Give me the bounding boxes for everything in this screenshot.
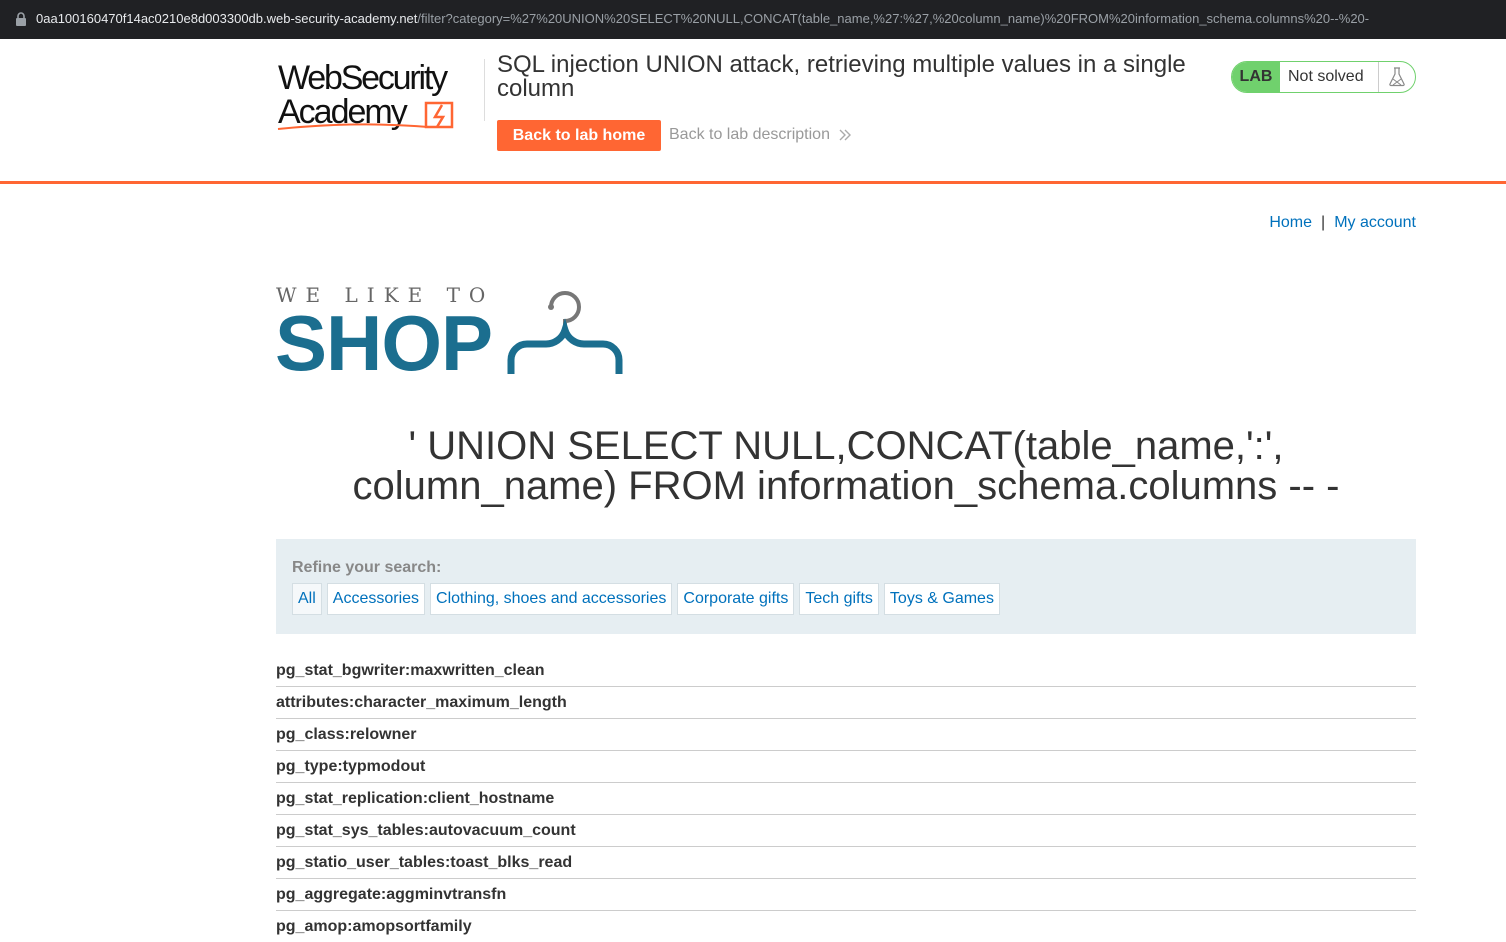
table-row: pg_stat_bgwriter:maxwritten_clean bbox=[276, 655, 1416, 687]
lab-tag: LAB bbox=[1232, 62, 1280, 92]
table-row: pg_class:relowner bbox=[276, 719, 1416, 751]
table-row: pg_statio_user_tables:toast_blks_read bbox=[276, 847, 1416, 879]
double-chevron-right-icon bbox=[839, 129, 851, 141]
category-toys-games[interactable]: Toys & Games bbox=[883, 583, 1000, 615]
category-clothing[interactable]: Clothing, shoes and accessories bbox=[430, 583, 673, 615]
category-accessories[interactable]: Accessories bbox=[326, 583, 426, 615]
logo-line1: WebSecurity bbox=[278, 59, 448, 97]
lock-icon bbox=[16, 12, 26, 26]
category-filter-list: All Accessories Clothing, shoes and acce… bbox=[292, 583, 1000, 615]
url-text[interactable]: 0aa100160470f14ac0210e8d003300db.web-sec… bbox=[36, 11, 1496, 26]
web-security-academy-logo[interactable]: WebSecurity Academy bbox=[276, 57, 481, 137]
shop-logo[interactable]: WE LIKE TO SHOP bbox=[275, 283, 635, 383]
nav-separator: | bbox=[1321, 214, 1326, 231]
flask-icon bbox=[1389, 67, 1405, 87]
url-host: 0aa100160470f14ac0210e8d003300db.web-sec… bbox=[36, 11, 418, 26]
lab-status-badge: LAB Not solved bbox=[1231, 61, 1416, 93]
lab-title: SQL injection UNION attack, retrieving m… bbox=[497, 51, 1186, 102]
back-to-lab-description-label: Back to lab description bbox=[669, 126, 830, 143]
home-link[interactable]: Home bbox=[1269, 214, 1312, 231]
category-all[interactable]: All bbox=[292, 583, 322, 615]
hanger-icon bbox=[507, 291, 623, 374]
table-row: pg_amop:amopsortfamily bbox=[276, 918, 472, 935]
table-row: attributes:character_maximum_length bbox=[276, 687, 1416, 719]
header-divider bbox=[484, 59, 485, 121]
flask-icon-wrapper bbox=[1378, 62, 1415, 92]
table-row: pg_stat_replication:client_hostname bbox=[276, 783, 1416, 815]
table-row: pg_aggregate:aggminvtransfn bbox=[276, 879, 1416, 911]
back-to-lab-description-link[interactable]: Back to lab description bbox=[669, 126, 852, 144]
filter-panel: Refine your search: All Accessories Clot… bbox=[276, 539, 1416, 634]
table-row: pg_stat_sys_tables:autovacuum_count bbox=[276, 815, 1416, 847]
refine-label: Refine your search: bbox=[292, 559, 442, 576]
url-path: /filter?category=%27%20UNION%20SELECT%20… bbox=[417, 11, 1370, 26]
results-table: pg_stat_bgwriter:maxwritten_clean attrib… bbox=[276, 655, 1416, 942]
account-nav: Home | My account bbox=[1269, 214, 1416, 232]
shop-wordmark: SHOP bbox=[275, 299, 493, 387]
category-corporate-gifts[interactable]: Corporate gifts bbox=[677, 583, 795, 615]
page-heading: ' UNION SELECT NULL,CONCAT(table_name,':… bbox=[352, 424, 1340, 508]
academy-header: WebSecurity Academy SQL injection UNION … bbox=[0, 39, 1506, 184]
table-row: pg_type:typmodout bbox=[276, 751, 1416, 783]
browser-address-bar[interactable]: 0aa100160470f14ac0210e8d003300db.web-sec… bbox=[0, 0, 1506, 39]
my-account-link[interactable]: My account bbox=[1334, 214, 1416, 231]
back-to-lab-home-button[interactable]: Back to lab home bbox=[497, 120, 661, 151]
category-tech-gifts[interactable]: Tech gifts bbox=[799, 583, 879, 615]
lab-status-text: Not solved bbox=[1288, 68, 1364, 85]
